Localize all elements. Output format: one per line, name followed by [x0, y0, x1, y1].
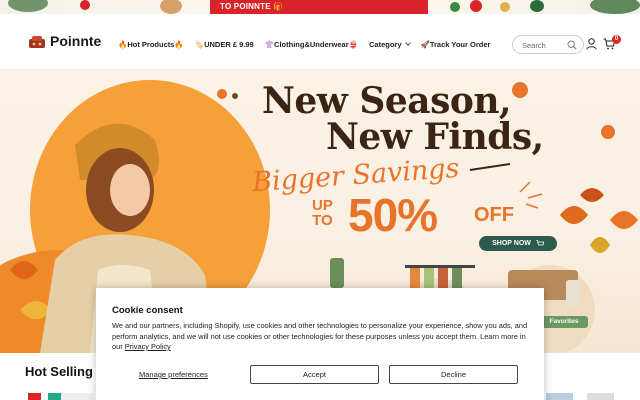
main-nav: 🔥Hot Products🔥 🏷️UNDER £ 9.99 👚Clothing&… — [118, 40, 501, 49]
banner-headline-2: New Finds, — [326, 116, 544, 158]
nav-track-order[interactable]: 🚀Track Your Order — [421, 40, 491, 49]
nav-under-999[interactable]: 🏷️UNDER £ 9.99 — [195, 40, 254, 49]
banner-percent: 50% — [348, 189, 438, 241]
site-header: Poinnte 🔥Hot Products🔥 🏷️UNDER £ 9.99 👚C… — [0, 14, 640, 70]
nav-category-label: Category — [368, 40, 402, 49]
shop-now-label: SHOP NOW — [492, 240, 531, 247]
logo[interactable]: Poinnte — [28, 33, 101, 49]
cart-icon — [536, 239, 545, 246]
cookie-consent-dialog: Cookie consent We and our partners, incl… — [96, 288, 544, 400]
nav-hot-products[interactable]: 🔥Hot Products🔥 — [118, 40, 184, 49]
section-title: Hot Selling — [25, 364, 93, 379]
cart-count-badge: 0 — [612, 35, 621, 44]
banner-upto-top: UP — [312, 197, 333, 214]
cookie-body-text: We and our partners, including Shopify, … — [112, 321, 528, 351]
banner-upto-bottom: TO — [312, 212, 333, 229]
decline-button[interactable]: Decline — [389, 365, 518, 384]
chevron-down-icon — [404, 40, 411, 46]
nav-clothing-underwear[interactable]: 👚Clothing&Underwear👙 — [265, 40, 358, 49]
shop-now-button[interactable]: SHOP NOW — [479, 236, 557, 251]
search-input[interactable] — [522, 39, 566, 51]
nav-category[interactable]: Category — [368, 40, 411, 49]
banner-upto: UP TO — [312, 198, 333, 228]
product-thumbnail[interactable] — [546, 393, 614, 400]
cookie-title: Cookie consent — [112, 305, 183, 316]
user-icon[interactable] — [586, 38, 597, 50]
page: TO POINNTE 🎁 Poinnte 🔥Hot Products🔥 🏷️UN… — [0, 0, 640, 400]
product-thumbnail[interactable] — [28, 393, 94, 400]
banner-off: OFF — [474, 204, 514, 226]
favorites-tag: Favorites — [540, 316, 588, 328]
privacy-policy-link[interactable]: Privacy Policy — [125, 342, 171, 351]
promo-text: TO POINNTE 🎁 — [220, 2, 284, 11]
accept-button[interactable]: Accept — [250, 365, 379, 384]
cookie-body: We and our partners, including Shopify, … — [112, 321, 532, 353]
promo-strip[interactable]: TO POINNTE 🎁 — [0, 0, 640, 14]
search-box[interactable] — [512, 35, 584, 54]
manage-preferences-link[interactable]: Manage preferences — [139, 370, 208, 379]
logo-icon — [29, 35, 45, 48]
search-icon[interactable] — [567, 40, 577, 50]
logo-text: Poinnte — [50, 33, 102, 49]
